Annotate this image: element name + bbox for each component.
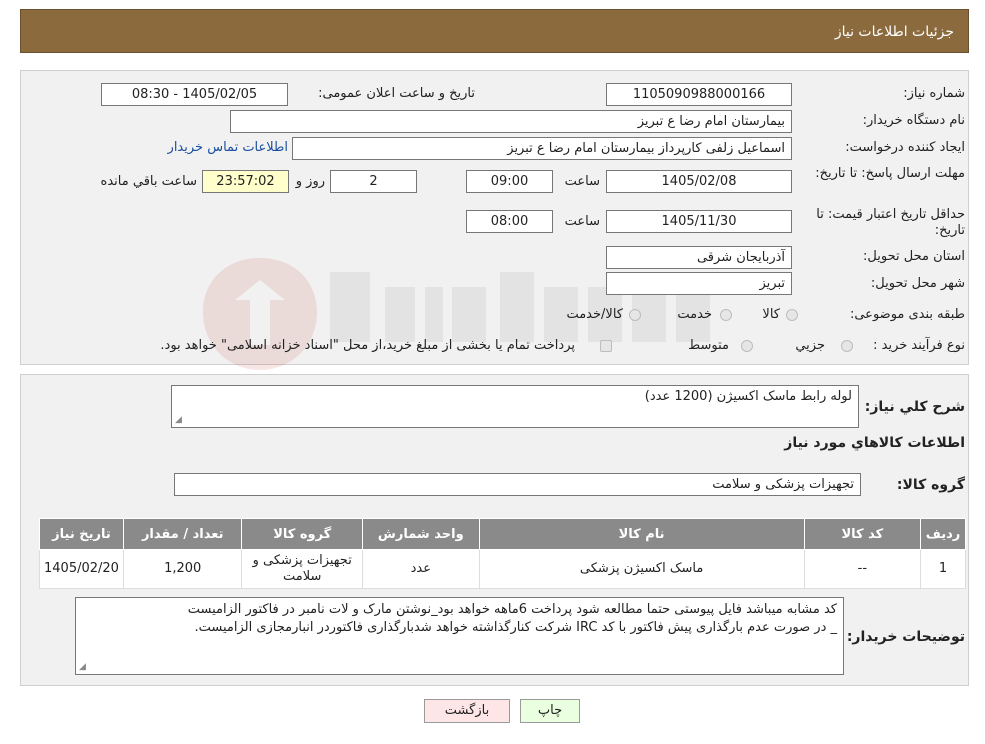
category-goods-label: کالا	[762, 307, 780, 322]
goods-table: رديف کد کالا نام کالا واحد شمارش گروه کا…	[39, 518, 966, 589]
summary-textarea[interactable]: لوله رابط ماسک اکسیژن (1200 عدد) ◢	[171, 385, 859, 428]
category-goods-radio[interactable]	[786, 309, 798, 321]
deadline-days-field: 2	[330, 170, 417, 193]
col-group: گروه کالا	[241, 518, 363, 550]
price-validity-time-field: 08:00	[466, 210, 553, 233]
deadline-date-field: 1405/02/08	[606, 170, 792, 193]
summary-label: شرح کلي نياز:	[864, 399, 965, 415]
col-unit: واحد شمارش	[361, 518, 480, 550]
buyer-notes-line-2: _ در صورت عدم بارگذاری پیش فاکتور با کد …	[194, 620, 837, 635]
process-partial-label: جزيي	[795, 338, 825, 353]
announce-datetime-field: 1405/02/05 - 08:30	[101, 83, 288, 106]
print-button[interactable]: چاپ	[520, 699, 580, 723]
col-code: کد کالا	[803, 518, 922, 550]
col-date: تاريخ نياز	[39, 518, 124, 550]
city-label: شهر محل تحویل:	[870, 276, 965, 291]
city-field: تبریز	[606, 272, 792, 295]
process-label: نوع فرآیند خرید :	[873, 338, 965, 353]
page-header: جزئیات اطلاعات نیاز	[20, 9, 969, 53]
cell-qty: 1,200	[122, 549, 243, 589]
need-number-field: 1105090988000166	[606, 83, 792, 106]
price-validity-time-label: ساعت	[564, 214, 600, 229]
back-button[interactable]: بازگشت	[424, 699, 510, 723]
category-goods-service-label: کالا/خدمت	[566, 307, 623, 322]
deadline-time-field: 09:00	[466, 170, 553, 193]
cell-code: --	[803, 549, 922, 589]
goods-group-label: گروه کالا:	[896, 477, 965, 493]
cell-row: 1	[920, 549, 966, 589]
requester-field: اسماعیل زلفی کارپرداز بیمارستان امام رضا…	[292, 137, 792, 160]
category-service-radio[interactable]	[720, 309, 732, 321]
deadline-days-label: روز و	[295, 174, 325, 189]
requester-label: ایجاد کننده درخواست:	[845, 140, 965, 155]
table-row: 1 -- ماسک اکسیژن پزشکی عدد تجهیزات پزشکی…	[39, 549, 966, 589]
col-qty: تعداد / مقدار	[122, 518, 243, 550]
process-medium-radio[interactable]	[741, 340, 753, 352]
deadline-time-label: ساعت	[564, 174, 600, 189]
treasury-note: پرداخت تمام یا بخشی از مبلغ خرید،از محل …	[160, 338, 575, 353]
province-label: استان محل تحویل:	[863, 249, 965, 264]
buyer-contact-link[interactable]: اطلاعات تماس خریدار	[168, 140, 288, 155]
category-goods-service-radio[interactable]	[629, 309, 641, 321]
province-field: آذربایجان شرقی	[606, 246, 792, 269]
resize-grip-icon[interactable]: ◢	[175, 416, 182, 425]
treasury-checkbox[interactable]	[600, 340, 612, 352]
buyer-notes-label: توضيحات خريدار:	[846, 629, 965, 645]
cell-name: ماسک اکسیژن پزشکی	[478, 549, 805, 589]
buyer-org-label: نام دستگاه خریدار:	[862, 113, 965, 128]
buyer-org-field: بیمارستان امام رضا ع تبریز	[230, 110, 792, 133]
need-number-label: شماره نیاز:	[903, 86, 965, 101]
page-title: جزئیات اطلاعات نیاز	[834, 24, 954, 40]
buyer-notes-textarea[interactable]: کد مشابه میباشد فایل پیوستی حتما مطالعه …	[75, 597, 844, 675]
summary-text: لوله رابط ماسک اکسیژن (1200 عدد)	[644, 389, 852, 404]
cell-group: تجهیزات پزشکی و سلامت	[241, 549, 363, 589]
process-partial-radio[interactable]	[841, 340, 853, 352]
col-name: نام کالا	[478, 518, 805, 550]
price-validity-label: حداقل تاریخ اعتبار قیمت: تا تاریخ:	[816, 207, 965, 238]
remaining-time-label: ساعت باقي مانده	[100, 174, 197, 189]
buyer-notes-line-1: کد مشابه میباشد فایل پیوستی حتما مطالعه …	[187, 602, 837, 617]
goods-group-field: تجهیزات پزشکی و سلامت	[174, 473, 861, 496]
category-label: طبقه بندی موضوعی:	[849, 307, 965, 322]
category-service-label: خدمت	[677, 307, 712, 322]
cell-date: 1405/02/20	[39, 549, 124, 589]
announce-datetime-label: تاریخ و ساعت اعلان عمومی:	[318, 86, 475, 101]
resize-grip-icon[interactable]: ◢	[79, 663, 86, 672]
table-header-row: رديف کد کالا نام کالا واحد شمارش گروه کا…	[39, 518, 966, 550]
process-medium-label: متوسط	[688, 338, 729, 353]
remaining-time-field: 23:57:02	[202, 170, 289, 193]
price-validity-date-field: 1405/11/30	[606, 210, 792, 233]
deadline-label: مهلت ارسال پاسخ: تا تاریخ:	[815, 166, 965, 181]
col-row: رديف	[920, 518, 966, 550]
watermark-logo-icon	[203, 258, 317, 370]
goods-section-title: اطلاعات کالاهاي مورد نياز	[784, 435, 965, 451]
cell-unit: عدد	[361, 549, 480, 589]
